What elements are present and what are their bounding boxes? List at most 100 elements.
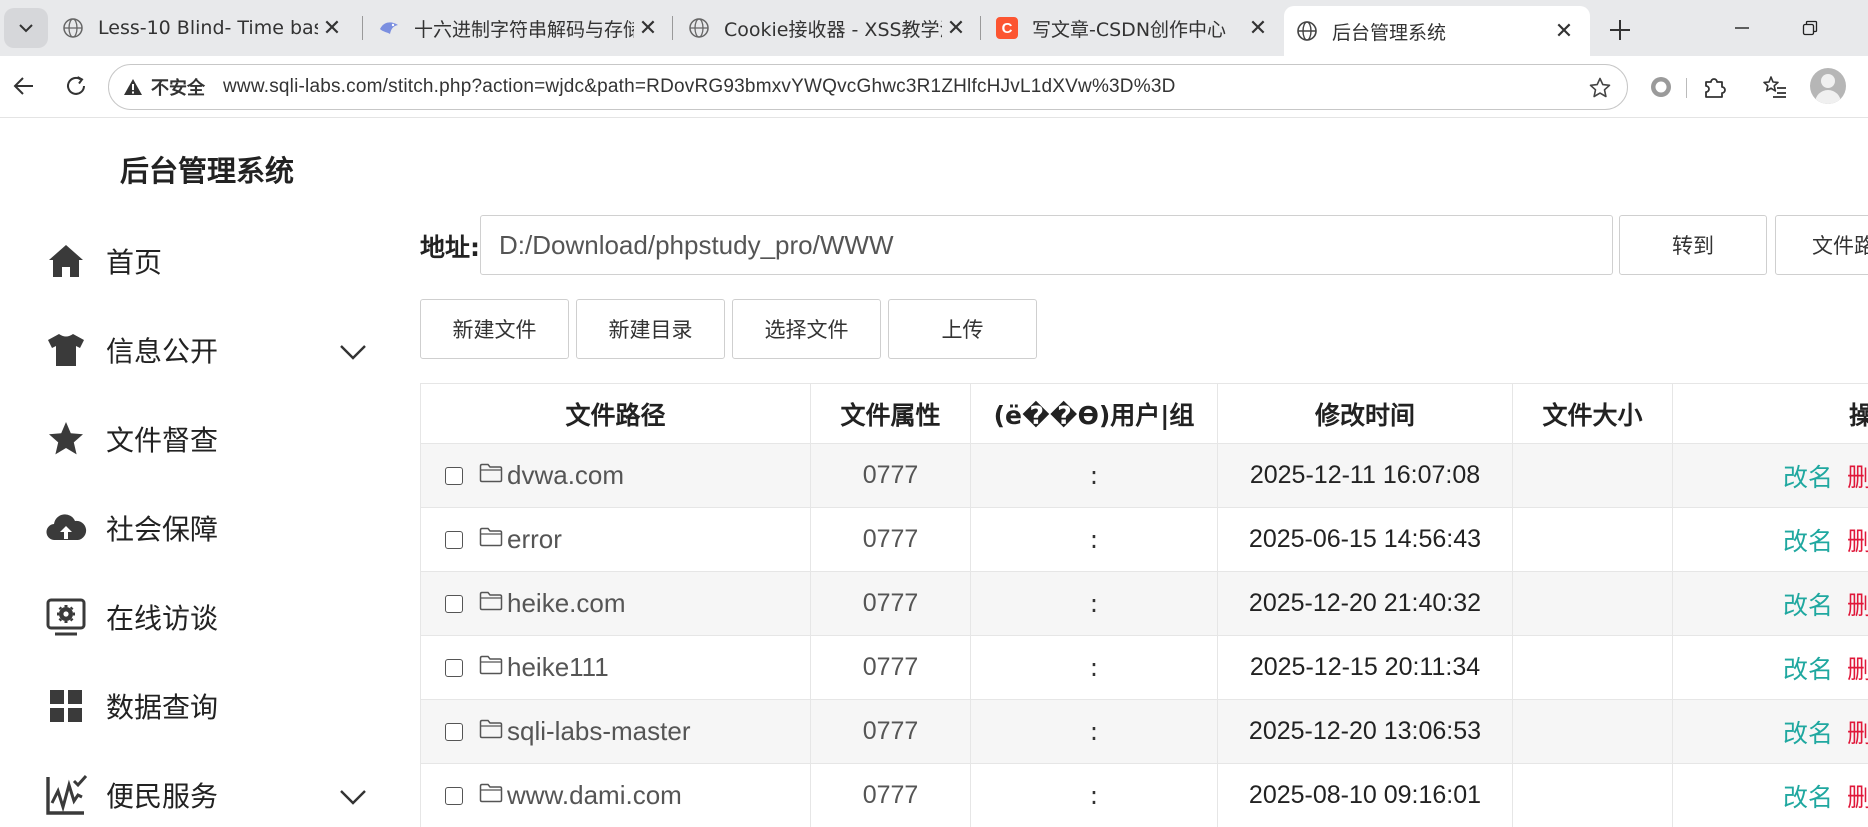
- tab-actions-button[interactable]: [4, 8, 48, 48]
- sidebar-item-convenience-service[interactable]: 便民服务: [44, 765, 374, 825]
- new-file-button[interactable]: 新建文件: [420, 299, 569, 359]
- file-actions: 改名删: [1672, 763, 1868, 827]
- delete-link[interactable]: 删: [1847, 783, 1868, 812]
- column-header[interactable]: 文件路径: [420, 383, 811, 444]
- tab-csdn[interactable]: C 写文章-CSDN创作中心 ✕: [984, 6, 1284, 50]
- rename-link[interactable]: 改名: [1783, 463, 1833, 492]
- close-icon[interactable]: ✕: [318, 16, 346, 41]
- close-icon[interactable]: ✕: [634, 16, 662, 41]
- file-name-link[interactable]: sqli-labs-master: [507, 716, 691, 746]
- address-bar[interactable]: 不安全 www.sqli-labs.com/stitch.php?action=…: [108, 64, 1628, 110]
- file-owner: :: [970, 571, 1218, 636]
- delete-link[interactable]: 删: [1847, 591, 1868, 620]
- filepath-button[interactable]: 文件路: [1775, 215, 1868, 275]
- tab-divider: [980, 16, 981, 40]
- row-checkbox[interactable]: [445, 658, 463, 677]
- reload-button[interactable]: [56, 66, 96, 106]
- sidebar-item-label: 数据查询: [106, 691, 219, 724]
- row-checkbox[interactable]: [445, 530, 463, 549]
- tab-title: 后台管理系统: [1332, 21, 1447, 44]
- restore-button[interactable]: [1782, 8, 1838, 48]
- goto-button[interactable]: 转到: [1619, 215, 1767, 275]
- folder-icon: [479, 653, 503, 682]
- new-directory-button[interactable]: 新建目录: [576, 299, 725, 359]
- rename-link[interactable]: 改名: [1783, 783, 1833, 812]
- sidebar-item-online-interview[interactable]: 在线访谈: [44, 587, 374, 647]
- tab-divider: [672, 16, 673, 40]
- rename-link[interactable]: 改名: [1783, 591, 1833, 620]
- close-icon[interactable]: ✕: [1244, 16, 1272, 41]
- file-modified-time: 2025-12-11 16:07:08: [1217, 443, 1513, 508]
- grid-icon: [44, 684, 88, 728]
- tab-title: Cookie接收器 - XSS教学演示: [724, 18, 942, 41]
- minimize-button[interactable]: [1714, 8, 1770, 48]
- file-owner: :: [970, 443, 1218, 508]
- close-icon[interactable]: ✕: [942, 16, 970, 41]
- sidebar-item-label: 文件督查: [106, 424, 219, 457]
- path-input[interactable]: [480, 215, 1613, 275]
- new-tab-button[interactable]: [1600, 10, 1640, 50]
- row-checkbox[interactable]: [445, 594, 463, 613]
- file-attribute: 0777: [810, 699, 971, 764]
- tab-hex-decode[interactable]: 十六进制字符串解码与存储方 ✕: [366, 6, 674, 50]
- sidebar-item-label: 信息公开: [106, 335, 219, 368]
- file-modified-time: 2025-12-15 20:11:34: [1217, 635, 1513, 700]
- file-size: [1512, 699, 1673, 764]
- security-label[interactable]: 不安全: [151, 74, 205, 100]
- table-row: error 0777:2025-06-15 14:56:43 改名删: [420, 507, 1868, 572]
- sidebar-item-data-query[interactable]: 数据查询: [44, 676, 374, 736]
- column-header[interactable]: 文件属性: [810, 383, 971, 444]
- rename-link[interactable]: 改名: [1783, 527, 1833, 556]
- column-header[interactable]: 文件大小: [1512, 383, 1673, 444]
- sidebar-item-home[interactable]: 首页: [44, 231, 374, 291]
- delete-link[interactable]: 删: [1847, 719, 1868, 748]
- delete-link[interactable]: 删: [1847, 463, 1868, 492]
- sidebar-item-label: 在线访谈: [106, 602, 219, 635]
- file-name-link[interactable]: dvwa.com: [507, 460, 624, 490]
- folder-icon: [479, 589, 503, 618]
- column-header[interactable]: 操: [1672, 383, 1868, 444]
- file-name-cell: sqli-labs-master: [420, 699, 811, 764]
- delete-link[interactable]: 删: [1847, 527, 1868, 556]
- minimize-icon: [1735, 27, 1749, 29]
- file-name-cell: heike111: [420, 635, 811, 700]
- file-name-cell: heike.com: [420, 571, 811, 636]
- tab-less10[interactable]: Less-10 Blind- Time based- D ✕: [50, 6, 358, 50]
- url-text[interactable]: www.sqli-labs.com/stitch.php?action=wjdc…: [223, 76, 1176, 98]
- delete-link[interactable]: 删: [1847, 655, 1868, 684]
- extensions-puzzle-icon[interactable]: [1696, 68, 1734, 106]
- file-actions: 改名删: [1672, 443, 1868, 508]
- chevron-down-icon[interactable]: [338, 336, 368, 366]
- rename-link[interactable]: 改名: [1783, 655, 1833, 684]
- file-name-link[interactable]: heike.com: [507, 588, 626, 618]
- tab-admin-system[interactable]: 后台管理系统 ✕: [1284, 6, 1590, 56]
- file-name-link[interactable]: heike111: [507, 652, 609, 682]
- column-header[interactable]: (ë��ϴ)用户|组: [970, 383, 1218, 444]
- sidebar-item-social-security[interactable]: 社会保障: [44, 498, 374, 558]
- row-checkbox[interactable]: [445, 786, 463, 805]
- upload-button[interactable]: 上传: [888, 299, 1037, 359]
- app-title: 后台管理系统: [120, 154, 295, 188]
- back-button[interactable]: [4, 66, 44, 106]
- favorite-star-icon[interactable]: [1585, 73, 1615, 103]
- chevron-down-icon: [19, 24, 33, 33]
- column-header[interactable]: 修改时间: [1217, 383, 1513, 444]
- profile-avatar[interactable]: [1810, 68, 1846, 104]
- sidebar-item-label: 便民服务: [106, 780, 219, 813]
- chart-icon: [44, 773, 88, 817]
- shirt-icon: [44, 328, 88, 372]
- file-name-link[interactable]: error: [507, 524, 562, 554]
- tab-cookie-receiver[interactable]: Cookie接收器 - XSS教学演示 ✕: [676, 6, 982, 50]
- sidebar-item-info-public[interactable]: 信息公开: [44, 320, 374, 380]
- favorites-list-icon[interactable]: [1756, 68, 1794, 106]
- rename-link[interactable]: 改名: [1783, 719, 1833, 748]
- choose-file-button[interactable]: 选择文件: [732, 299, 881, 359]
- file-size: [1512, 635, 1673, 700]
- row-checkbox[interactable]: [445, 466, 463, 485]
- row-checkbox[interactable]: [445, 722, 463, 741]
- chevron-down-icon[interactable]: [338, 781, 368, 811]
- extension-circle-icon[interactable]: [1642, 68, 1680, 106]
- sidebar-item-file-supervision[interactable]: 文件督查: [44, 409, 374, 469]
- close-icon[interactable]: ✕: [1550, 19, 1578, 44]
- file-name-link[interactable]: www.dami.com: [507, 780, 682, 810]
